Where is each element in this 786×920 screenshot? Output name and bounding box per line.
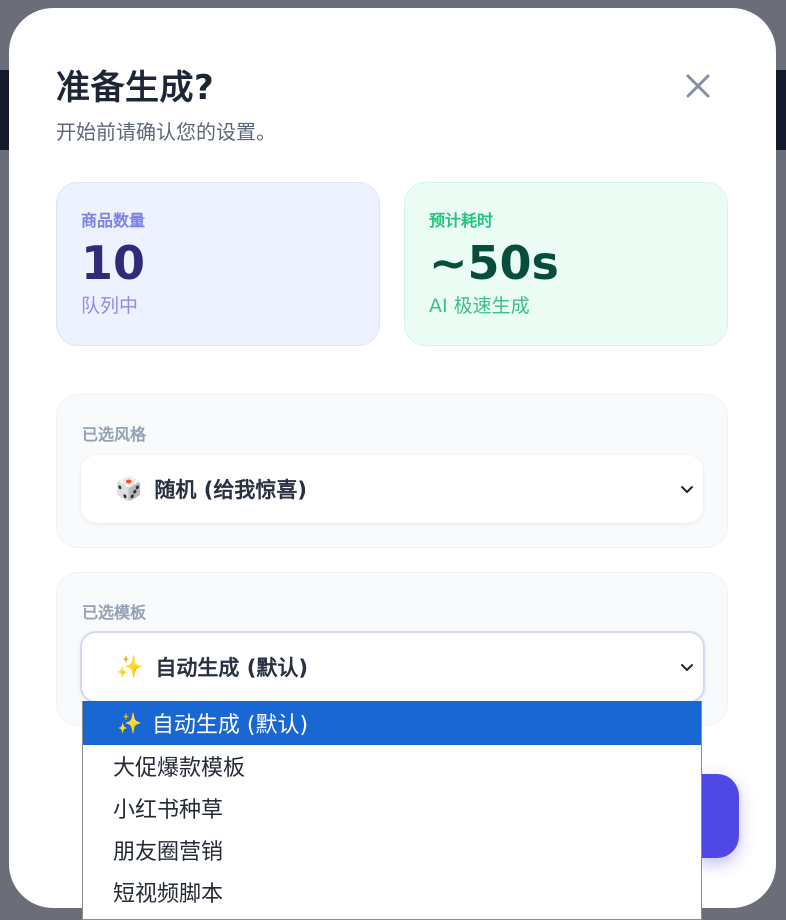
dropdown-option-label: 自动生成 (默认)	[151, 713, 309, 738]
estimated-time-value: ~50s	[429, 236, 559, 290]
dropdown-option[interactable]: 短视频脚本	[83, 871, 701, 913]
dropdown-option-label: 小红书种草	[113, 798, 224, 823]
dialog-title: 准备生成?	[56, 68, 215, 108]
product-count-label: 商品数量	[81, 211, 146, 230]
dice-icon: 🎲	[115, 476, 143, 502]
dropdown-option-label: 朋友圈营销	[113, 840, 224, 865]
chevron-down-icon	[681, 664, 693, 671]
dropdown-option-label: 短视频脚本	[113, 882, 224, 907]
dialog-subtitle: 开始前请确认您的设置。	[56, 120, 276, 144]
template-dropdown-list: ✨ 自动生成 (默认) 大促爆款模板 小红书种草 朋友圈营销 短视频脚本	[82, 701, 702, 920]
close-button[interactable]	[682, 70, 714, 102]
dropdown-option[interactable]: 小红书种草	[83, 787, 701, 829]
style-select-value: 随机 (给我惊喜)	[154, 478, 307, 502]
start-generate-button[interactable]	[699, 774, 739, 858]
product-count-value: 10	[81, 236, 146, 290]
template-select-value: 自动生成 (默认)	[155, 656, 308, 680]
estimated-time-card: 预计耗时 ~50s AI 极速生成	[404, 182, 728, 346]
template-select[interactable]: ✨ 自动生成 (默认)	[80, 631, 705, 703]
style-field: 已选风格 🎲 随机 (给我惊喜)	[56, 394, 728, 548]
dropdown-option[interactable]: ✨ 自动生成 (默认)	[83, 701, 701, 745]
product-count-card: 商品数量 10 队列中	[56, 182, 380, 346]
dropdown-option[interactable]: 朋友圈营销	[83, 829, 701, 871]
estimated-time-label: 预计耗时	[429, 211, 494, 230]
template-field-label: 已选模板	[82, 603, 147, 622]
estimated-time-note: AI 极速生成	[429, 295, 530, 317]
close-icon	[686, 74, 710, 98]
sparkles-icon: ✨	[117, 711, 142, 735]
dropdown-option[interactable]: 大促爆款模板	[83, 745, 701, 787]
style-select[interactable]: 🎲 随机 (给我惊喜)	[81, 455, 703, 523]
product-count-note: 队列中	[81, 295, 139, 317]
dropdown-option-label: 大促爆款模板	[113, 756, 246, 781]
chevron-down-icon	[681, 486, 693, 493]
style-field-label: 已选风格	[82, 425, 147, 444]
sparkles-icon: ✨	[116, 654, 144, 680]
